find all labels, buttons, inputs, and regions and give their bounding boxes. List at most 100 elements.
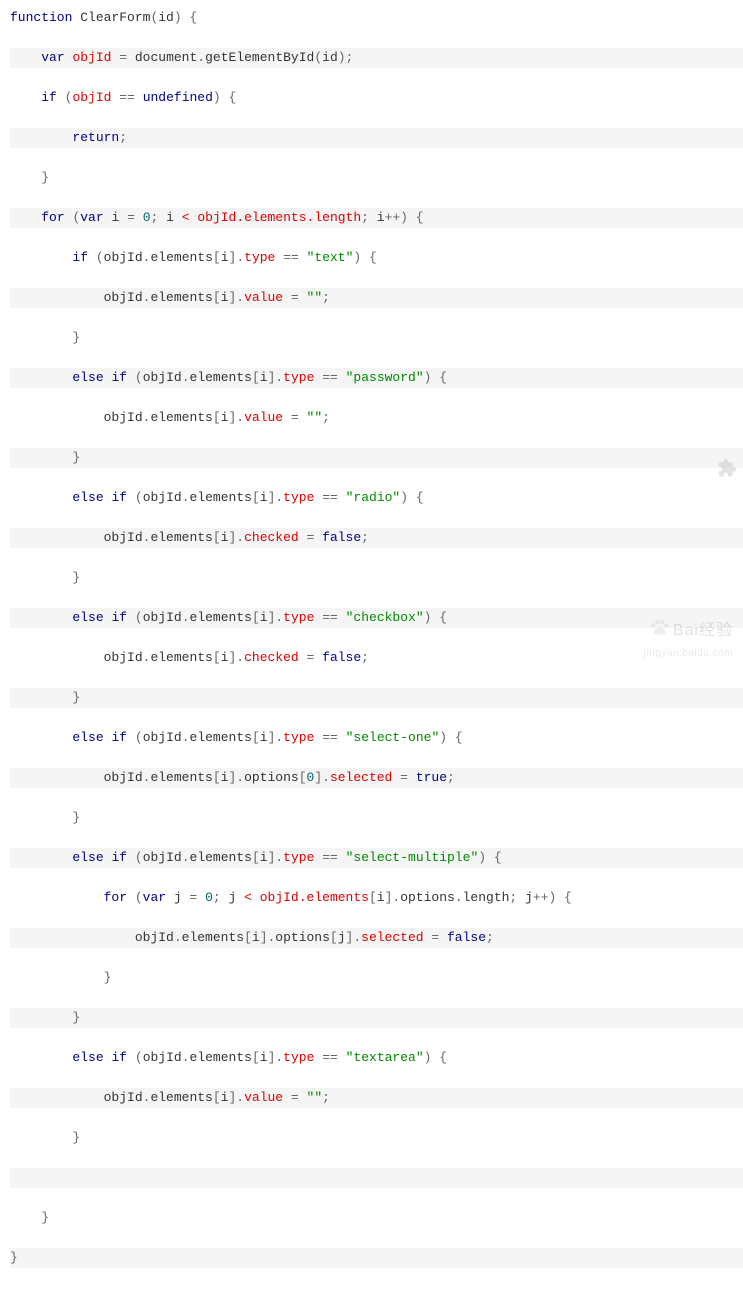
token-punc: == bbox=[322, 370, 338, 385]
token-err: type bbox=[283, 610, 314, 625]
token-punc: ( bbox=[135, 890, 143, 905]
token-punc: . bbox=[197, 50, 205, 65]
token-punc: [ bbox=[252, 370, 260, 385]
token-punc: ) { bbox=[424, 610, 447, 625]
token-punc: == bbox=[322, 850, 338, 865]
token-id: id bbox=[322, 50, 338, 65]
token-id bbox=[314, 530, 322, 545]
code-line: var objId = document.getElementById(id); bbox=[10, 48, 743, 68]
token-id: ClearForm bbox=[72, 10, 150, 25]
token-id bbox=[127, 370, 135, 385]
token-punc: [ bbox=[252, 850, 260, 865]
token-punc: == bbox=[322, 610, 338, 625]
token-id bbox=[283, 410, 291, 425]
token-punc: [ bbox=[213, 530, 221, 545]
token-kw: var bbox=[41, 50, 64, 65]
token-id: j bbox=[517, 890, 533, 905]
token-id: elements bbox=[150, 1090, 212, 1105]
token-punc: [ bbox=[244, 930, 252, 945]
token-id bbox=[10, 890, 104, 905]
token-err: value bbox=[244, 1090, 283, 1105]
code-line: else if (objId.elements[i].type == "sele… bbox=[10, 728, 743, 748]
token-punc: ]. bbox=[346, 930, 362, 945]
token-bool: undefined bbox=[143, 90, 213, 105]
token-id bbox=[10, 1010, 72, 1025]
code-line: } bbox=[10, 1008, 743, 1028]
code-line: for (var i = 0; i < objId.elements.lengt… bbox=[10, 208, 743, 228]
token-id: elements bbox=[182, 930, 244, 945]
token-id bbox=[104, 730, 112, 745]
token-err: type bbox=[283, 370, 314, 385]
token-id: elements bbox=[190, 490, 252, 505]
token-punc: ; bbox=[486, 930, 494, 945]
token-id bbox=[10, 90, 41, 105]
token-punc: ) { bbox=[424, 1050, 447, 1065]
token-id: elements bbox=[190, 1050, 252, 1065]
token-punc: ]. bbox=[228, 530, 244, 545]
token-id: i bbox=[369, 210, 385, 225]
token-id: objId bbox=[10, 650, 143, 665]
token-punc: = bbox=[189, 890, 197, 905]
code-line: else if (objId.elements[i].type == "text… bbox=[10, 1048, 743, 1068]
token-punc: } bbox=[72, 330, 80, 345]
token-id: objId bbox=[10, 410, 143, 425]
token-id bbox=[338, 850, 346, 865]
token-id bbox=[392, 770, 400, 785]
token-punc: ; bbox=[322, 410, 330, 425]
token-kw: if bbox=[111, 730, 127, 745]
token-id: options bbox=[275, 930, 330, 945]
token-punc: ]. bbox=[268, 1050, 284, 1065]
token-err: checked bbox=[244, 650, 299, 665]
token-punc: ; bbox=[213, 890, 221, 905]
token-punc: . bbox=[455, 890, 463, 905]
token-id: id bbox=[158, 10, 174, 25]
token-punc: == bbox=[322, 730, 338, 745]
token-punc: [ bbox=[213, 650, 221, 665]
token-punc: ]. bbox=[228, 770, 244, 785]
token-id: objId bbox=[143, 610, 182, 625]
token-punc: [ bbox=[213, 410, 221, 425]
token-id: elements bbox=[150, 290, 212, 305]
token-id bbox=[127, 730, 135, 745]
token-punc: == bbox=[322, 490, 338, 505]
token-punc: ( bbox=[135, 730, 143, 745]
token-id bbox=[10, 730, 72, 745]
token-id: i bbox=[158, 210, 181, 225]
token-punc: ) { bbox=[174, 10, 197, 25]
token-punc: = bbox=[119, 50, 127, 65]
token-num: 0 bbox=[307, 770, 315, 785]
token-kw: var bbox=[143, 890, 166, 905]
token-punc: = bbox=[291, 1090, 299, 1105]
token-err: < objId.elements.length bbox=[182, 210, 361, 225]
token-punc: . bbox=[182, 1050, 190, 1065]
token-id bbox=[10, 570, 72, 585]
code-line: } bbox=[10, 568, 743, 588]
token-id: options bbox=[400, 890, 455, 905]
token-err: type bbox=[244, 250, 275, 265]
token-punc: [ bbox=[369, 890, 377, 905]
token-kw: else bbox=[72, 610, 103, 625]
token-id: document bbox=[127, 50, 197, 65]
token-id: i bbox=[260, 1050, 268, 1065]
token-str: "" bbox=[307, 290, 323, 305]
token-id bbox=[135, 210, 143, 225]
token-id bbox=[10, 170, 41, 185]
code-line: } bbox=[10, 1128, 743, 1148]
token-err: type bbox=[283, 730, 314, 745]
token-id bbox=[299, 250, 307, 265]
token-str: "radio" bbox=[346, 490, 401, 505]
token-kw: for bbox=[41, 210, 64, 225]
token-kw: else bbox=[72, 490, 103, 505]
token-punc: [ bbox=[252, 490, 260, 505]
token-id bbox=[10, 690, 72, 705]
token-punc: ++) { bbox=[385, 210, 424, 225]
token-id bbox=[314, 1050, 322, 1065]
token-punc: [ bbox=[213, 290, 221, 305]
code-line: } bbox=[10, 448, 743, 468]
token-id: elements bbox=[150, 650, 212, 665]
code-line: objId.elements[i].value = ""; bbox=[10, 408, 743, 428]
token-punc: ) { bbox=[424, 370, 447, 385]
token-id bbox=[299, 1090, 307, 1105]
token-num: 0 bbox=[205, 890, 213, 905]
token-kw: if bbox=[72, 250, 88, 265]
